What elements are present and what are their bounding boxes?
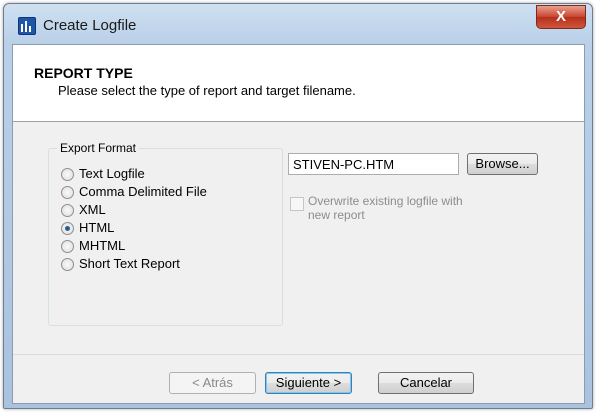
page-title: REPORT TYPE: [34, 65, 133, 81]
back-button[interactable]: < Atrás: [169, 372, 256, 394]
title-bar[interactable]: Create Logfile X: [4, 4, 592, 42]
radio-label: XML: [79, 202, 106, 217]
overwrite-checkbox[interactable]: [290, 197, 304, 211]
export-format-label: Export Format: [57, 141, 140, 155]
page-subtitle: Please select the type of report and tar…: [58, 83, 356, 98]
radio-label: Text Logfile: [79, 166, 145, 181]
radio-button[interactable]: [61, 204, 74, 217]
browse-button[interactable]: Browse...: [467, 153, 538, 175]
radio-button[interactable]: [61, 186, 74, 199]
radio-label: HTML: [79, 220, 115, 235]
dialog-window: Create Logfile X REPORT TYPE Please sele…: [3, 3, 593, 409]
radio-label: Short Text Report: [79, 256, 180, 271]
radio-button[interactable]: [61, 222, 74, 235]
filename-input[interactable]: [288, 153, 459, 175]
radio-button[interactable]: [61, 168, 74, 181]
radio-label: Comma Delimited File: [79, 184, 207, 199]
window-title: Create Logfile: [43, 17, 137, 34]
footer-divider: [13, 354, 584, 355]
radio-button[interactable]: [61, 240, 74, 253]
close-icon[interactable]: X: [536, 5, 586, 29]
dialog-client-area: REPORT TYPE Please select the type of re…: [12, 44, 585, 404]
export-format-group: Export Format Text Logfile Comma Delimit…: [48, 141, 283, 326]
radio-button[interactable]: [61, 258, 74, 271]
cancel-button[interactable]: Cancelar: [378, 372, 474, 394]
app-icon: [18, 17, 36, 35]
dialog-header: REPORT TYPE Please select the type of re…: [13, 45, 584, 122]
overwrite-label: Overwrite existing logfile with new repo…: [308, 194, 463, 222]
next-button[interactable]: Siguiente >: [265, 372, 352, 394]
radio-label: MHTML: [79, 238, 126, 253]
